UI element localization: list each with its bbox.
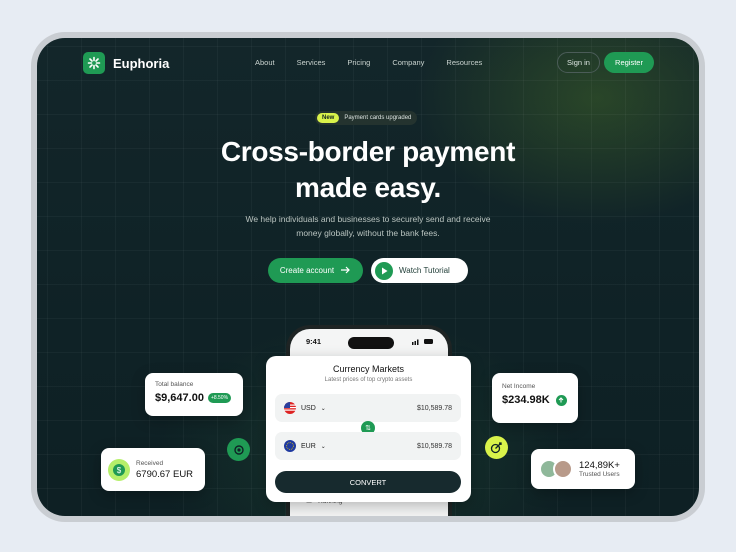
announcement-badge[interactable]: New Payment cards upgraded — [315, 111, 418, 125]
hero-title-line1: Cross-border payment — [220, 136, 516, 167]
device-frame: Euphoria About Services Pricing Company … — [31, 32, 705, 522]
watch-tutorial-label: Watch Tutorial — [399, 266, 450, 275]
currency-select-usd[interactable]: USD ⌄ — [284, 402, 326, 414]
nav-company[interactable]: Company — [392, 58, 424, 67]
dollar-coin-icon: $ — [108, 458, 130, 481]
main-nav: About Services Pricing Company Resources — [255, 58, 504, 67]
create-account-button[interactable]: Create account — [268, 258, 363, 283]
announcement-text: Payment cards upgraded — [344, 115, 412, 121]
nav-services[interactable]: Services — [297, 58, 326, 67]
received-card: $ Received 6790.67 EUR — [101, 448, 205, 491]
currency-amount: $10,589.78 — [416, 442, 452, 450]
nav-resources[interactable]: Resources — [446, 58, 482, 67]
brand-logo[interactable]: Euphoria — [83, 52, 169, 74]
sparkle-logo-icon — [83, 52, 105, 74]
nav-pricing[interactable]: Pricing — [347, 58, 370, 67]
nav-about[interactable]: About — [255, 58, 275, 67]
target-icon — [485, 436, 508, 459]
net-income-card: Net Income $234.98K — [492, 373, 578, 423]
signal-battery-icon — [412, 339, 433, 345]
watch-tutorial-button[interactable]: Watch Tutorial — [371, 258, 468, 283]
received-value: 6790.67 EUR — [136, 468, 194, 480]
received-label: Received — [136, 459, 164, 467]
currency-markets-card: Currency Markets Latest prices of top cr… — [266, 356, 471, 502]
hero-subtitle-line1: We help individuals and businesses to se… — [245, 214, 491, 224]
register-button[interactable]: Register — [604, 52, 654, 73]
chevron-down-icon: ⌄ — [320, 405, 326, 412]
balance-change-badge: +8.50% — [207, 393, 232, 403]
brand-name: Euphoria — [113, 55, 170, 71]
hero-subtitle-line2: money globally, without the bank fees. — [296, 228, 440, 238]
currency-code: USD — [301, 404, 316, 412]
total-balance-label: Total balance — [155, 381, 194, 388]
hero-section: Euphoria About Services Pricing Company … — [37, 38, 699, 516]
currency-code: EUR — [301, 442, 316, 450]
net-income-label: Net Income — [502, 383, 536, 390]
trusted-users-value: 124,89K+ — [579, 460, 620, 471]
svg-text:$: $ — [117, 466, 122, 475]
total-balance-card: Total balance $9,647.00 +8.50% — [145, 373, 243, 416]
exchange-icon — [227, 438, 250, 461]
arrow-right-icon — [341, 266, 351, 276]
currency-row-usd[interactable]: USD ⌄ $10,589.78 — [275, 394, 461, 422]
dynamic-island — [348, 337, 394, 349]
trusted-users-card: 124,89K+ Trusted Users — [531, 449, 635, 489]
create-account-label: Create account — [279, 266, 335, 275]
currency-amount: $10,589.78 — [416, 404, 452, 412]
hero-subtitle: We help individuals and businesses to se… — [37, 212, 699, 240]
phone-time: 9:41 — [306, 337, 322, 346]
phone-status-icons — [412, 338, 434, 345]
avatar — [553, 459, 573, 479]
us-flag-icon — [284, 402, 296, 414]
currency-row-eur[interactable]: EUR ⌄ $10,589.78 — [275, 432, 461, 460]
currency-select-eur[interactable]: EUR ⌄ — [284, 440, 326, 452]
eu-flag-icon — [284, 440, 296, 452]
hero-title: Cross-border payment made easy. — [37, 134, 699, 206]
markets-subtitle: Latest prices of top crypto assets — [324, 377, 413, 383]
play-icon — [375, 261, 393, 280]
net-income-value: $234.98K — [502, 394, 550, 406]
arrow-up-icon — [555, 394, 567, 406]
avatar-group — [539, 459, 573, 479]
convert-button[interactable]: CONVERT — [275, 471, 461, 493]
total-balance-value: $9,647.00 — [155, 392, 204, 404]
chevron-down-icon: ⌄ — [320, 443, 326, 450]
trusted-users-label: Trusted Users — [579, 471, 620, 478]
sign-in-button[interactable]: Sign in — [557, 52, 600, 73]
markets-title: Currency Markets — [332, 364, 404, 374]
new-tag: New — [317, 113, 340, 123]
hero-title-line2: made easy. — [295, 172, 441, 203]
